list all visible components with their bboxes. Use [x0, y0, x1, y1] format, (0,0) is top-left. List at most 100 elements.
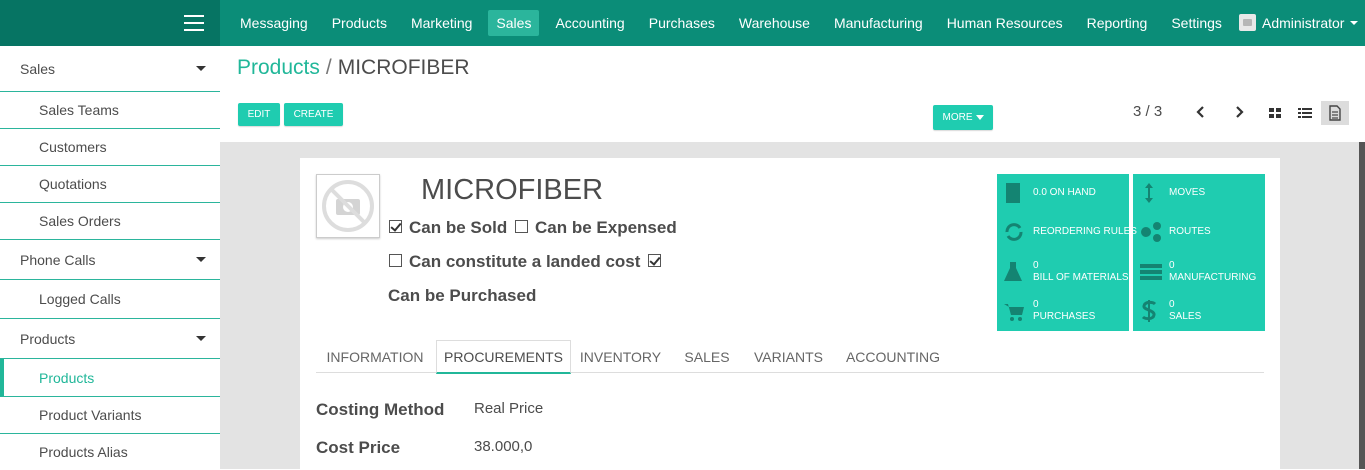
reordering-rules-button[interactable]: REORDERING RULES [997, 215, 1137, 249]
routes-label: ROUTES [1169, 226, 1211, 237]
scrollbar[interactable] [1359, 142, 1365, 469]
costing-method-label: Costing Method [316, 400, 445, 419]
list-view-icon[interactable] [1291, 101, 1319, 125]
tab-sales[interactable]: SALES [674, 340, 740, 373]
manufacturing-button[interactable]: 0 MANUFACTURING [1133, 254, 1265, 290]
sidebar-item-label: Sales Orders [39, 213, 121, 229]
sales-count: 0 [1169, 299, 1175, 310]
menu-item-marketing[interactable]: Marketing [403, 10, 480, 36]
sidebar-item-label: Products [39, 369, 95, 386]
caret-down-icon [196, 257, 206, 262]
edit-button[interactable]: EDIT [238, 103, 280, 126]
menu-item-sales[interactable]: Sales [488, 10, 540, 36]
sidebar-item-customers[interactable]: Customers [0, 129, 220, 166]
building-icon [1006, 183, 1020, 203]
menu-item-purchases[interactable]: Purchases [641, 10, 723, 36]
sidebar-section-phone-calls[interactable]: Phone Calls [0, 240, 220, 280]
sidebar: Sales Sales Teams Customers Quotations S… [0, 46, 220, 469]
caret-down-icon [196, 336, 206, 341]
menu-item-warehouse[interactable]: Warehouse [731, 10, 818, 36]
landed-cost-label: Can constitute a landed cost [409, 252, 641, 271]
caret-down-icon [196, 66, 206, 71]
breadcrumb-current: MICROFIBER [337, 56, 470, 79]
sidebar-item-products-alias[interactable]: Products Alias [0, 434, 220, 470]
sidebar-item-product-variants[interactable]: Product Variants [0, 397, 220, 434]
moves-icon [1145, 183, 1153, 203]
moves-label: MOVES [1169, 187, 1206, 198]
tab-procurements[interactable]: PROCUREMENTS [436, 340, 571, 374]
dollar-icon [1141, 300, 1157, 322]
can-be-sold-checkbox[interactable] [389, 220, 402, 233]
purchases-label: PURCHASES [1033, 311, 1096, 322]
tab-inventory[interactable]: INVENTORY [573, 340, 668, 373]
tab-information[interactable]: INFORMATION [316, 340, 434, 373]
routes-button[interactable]: ROUTES [1133, 215, 1265, 249]
can-be-purchased-checkbox[interactable] [648, 254, 661, 267]
refresh-icon [1005, 223, 1023, 241]
routes-icon [1141, 222, 1161, 242]
tab-accounting[interactable]: ACCOUNTING [840, 340, 946, 373]
caret-down-icon [975, 115, 984, 120]
on-hand-button[interactable]: 0.0 ON HAND [997, 176, 1129, 210]
sidebar-item-products[interactable]: Products [0, 359, 220, 397]
menu-item-settings[interactable]: Settings [1163, 10, 1230, 36]
more-button-label: MORE [942, 112, 973, 123]
sidebar-section-products[interactable]: Products [0, 319, 220, 359]
notebook-tabs: INFORMATION PROCUREMENTS INVENTORY SALES… [316, 340, 1264, 374]
sidebar-item-label: Products Alias [39, 444, 128, 460]
purchases-text: 0 PURCHASES [1033, 299, 1095, 323]
menu-item-accounting[interactable]: Accounting [547, 10, 632, 36]
breadcrumb-parent-link[interactable]: Products [237, 56, 320, 79]
can-be-sold-label: Can be Sold [409, 218, 508, 237]
sidebar-item-quotations[interactable]: Quotations [0, 166, 220, 203]
cost-price-label: Cost Price [316, 438, 401, 457]
manufacturing-text: 0 MANUFACTURING [1169, 260, 1256, 284]
top-menu: Messaging Products Marketing Sales Accou… [232, 0, 1238, 46]
moves-button[interactable]: MOVES [1133, 176, 1265, 210]
sales-stat-button[interactable]: 0 SALES [1133, 293, 1265, 329]
menu-item-messaging[interactable]: Messaging [232, 10, 316, 36]
sidebar-item-label: Customers [39, 139, 107, 155]
manufacturing-count: 0 [1169, 260, 1175, 271]
sidebar-item-label: Quotations [39, 176, 107, 192]
on-hand-label: 0.0 ON HAND [1033, 187, 1096, 198]
menu-item-manufacturing[interactable]: Manufacturing [826, 10, 931, 36]
tab-variants[interactable]: VARIANTS [746, 340, 831, 373]
chevron-left-icon[interactable] [1192, 103, 1210, 121]
user-menu[interactable]: Administrator [1239, 14, 1359, 31]
form-view-icon[interactable] [1321, 101, 1349, 125]
bill-of-materials-button[interactable]: 0 BILL OF MATERIALS [997, 254, 1129, 290]
sidebar-section-sales[interactable]: Sales [0, 46, 220, 92]
product-image[interactable] [316, 174, 380, 238]
menu-item-human-resources[interactable]: Human Resources [939, 10, 1071, 36]
bom-count: 0 [1033, 260, 1039, 271]
navbar-brand-area [0, 0, 220, 46]
breadcrumb-separator: / [325, 56, 332, 79]
sidebar-item-logged-calls[interactable]: Logged Calls [0, 280, 220, 319]
sidebar-item-sales-teams[interactable]: Sales Teams [0, 92, 220, 129]
landed-cost-checkbox[interactable] [389, 254, 402, 267]
menu-item-reporting[interactable]: Reporting [1079, 10, 1156, 36]
manufacturing-label: MANUFACTURING [1169, 272, 1257, 283]
bom-label: BILL OF MATERIALS [1033, 272, 1129, 283]
more-button[interactable]: MORE [933, 105, 993, 130]
pager-value: 3 / 3 [1133, 103, 1163, 120]
flask-icon [1004, 262, 1022, 281]
sidebar-section-label: Sales [20, 60, 56, 77]
can-be-expensed-checkbox[interactable] [515, 220, 528, 233]
cost-price-value: 38.000,0 [474, 438, 533, 455]
create-button[interactable]: CREATE [284, 103, 343, 126]
purchases-button[interactable]: 0 PURCHASES [997, 293, 1129, 329]
can-be-purchased-label: Can be Purchased [388, 286, 537, 305]
sidebar-section-label: Phone Calls [20, 251, 96, 268]
user-name: Administrator [1262, 14, 1345, 31]
hamburger-icon[interactable] [184, 15, 204, 31]
menu-item-products[interactable]: Products [324, 10, 395, 36]
kanban-view-icon[interactable] [1261, 101, 1289, 125]
bom-text: 0 BILL OF MATERIALS [1033, 260, 1129, 284]
sidebar-item-label: Sales Teams [39, 102, 119, 118]
chevron-right-icon[interactable] [1230, 103, 1248, 121]
sidebar-item-label: Logged Calls [39, 291, 121, 307]
list-icon [1140, 264, 1162, 280]
sidebar-item-sales-orders[interactable]: Sales Orders [0, 203, 220, 240]
